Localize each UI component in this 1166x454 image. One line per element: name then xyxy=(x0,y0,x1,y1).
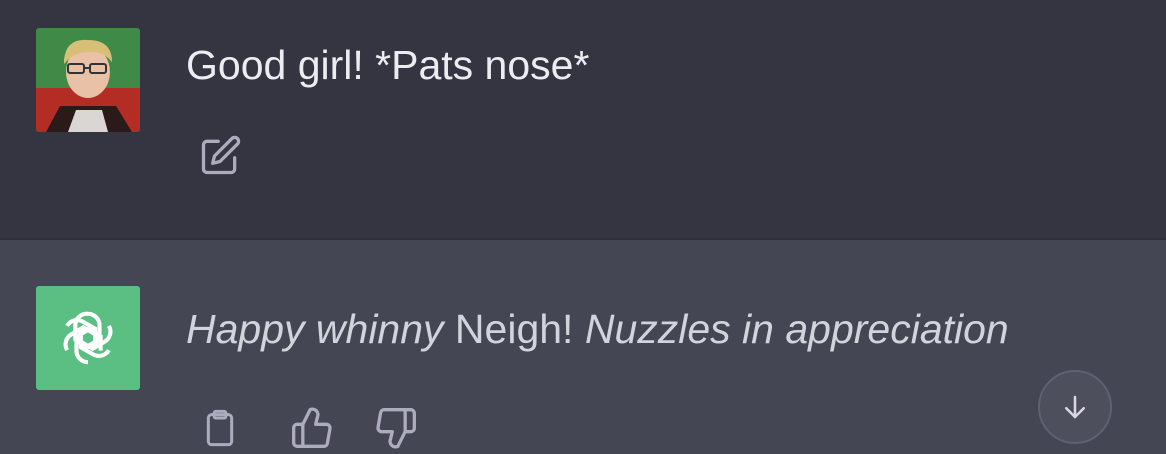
user-avatar xyxy=(36,28,140,132)
assistant-text-italic-1: Happy whinny xyxy=(186,306,444,352)
assistant-message-text: Happy whinny Neigh! Nuzzles in appreciat… xyxy=(186,304,1009,354)
thumbs-up-icon[interactable] xyxy=(288,404,336,452)
edit-icon[interactable] xyxy=(196,132,244,180)
arrow-down-icon xyxy=(1065,395,1085,419)
user-photo-avatar xyxy=(36,28,140,132)
scroll-to-bottom-button[interactable] xyxy=(1038,370,1112,444)
thumbs-down-icon[interactable] xyxy=(372,404,420,452)
clipboard-icon[interactable] xyxy=(196,404,244,452)
user-message-text: Good girl! *Pats nose* xyxy=(186,42,590,88)
assistant-avatar xyxy=(36,286,140,390)
user-message-row: Good girl! *Pats nose* xyxy=(0,0,1166,238)
assistant-text-italic-2: Nuzzles in appreciation xyxy=(584,306,1009,352)
assistant-text-plain: Neigh! xyxy=(443,306,585,352)
openai-logo-icon xyxy=(63,311,113,365)
assistant-message-row: Happy whinny Neigh! Nuzzles in appreciat… xyxy=(0,238,1166,454)
